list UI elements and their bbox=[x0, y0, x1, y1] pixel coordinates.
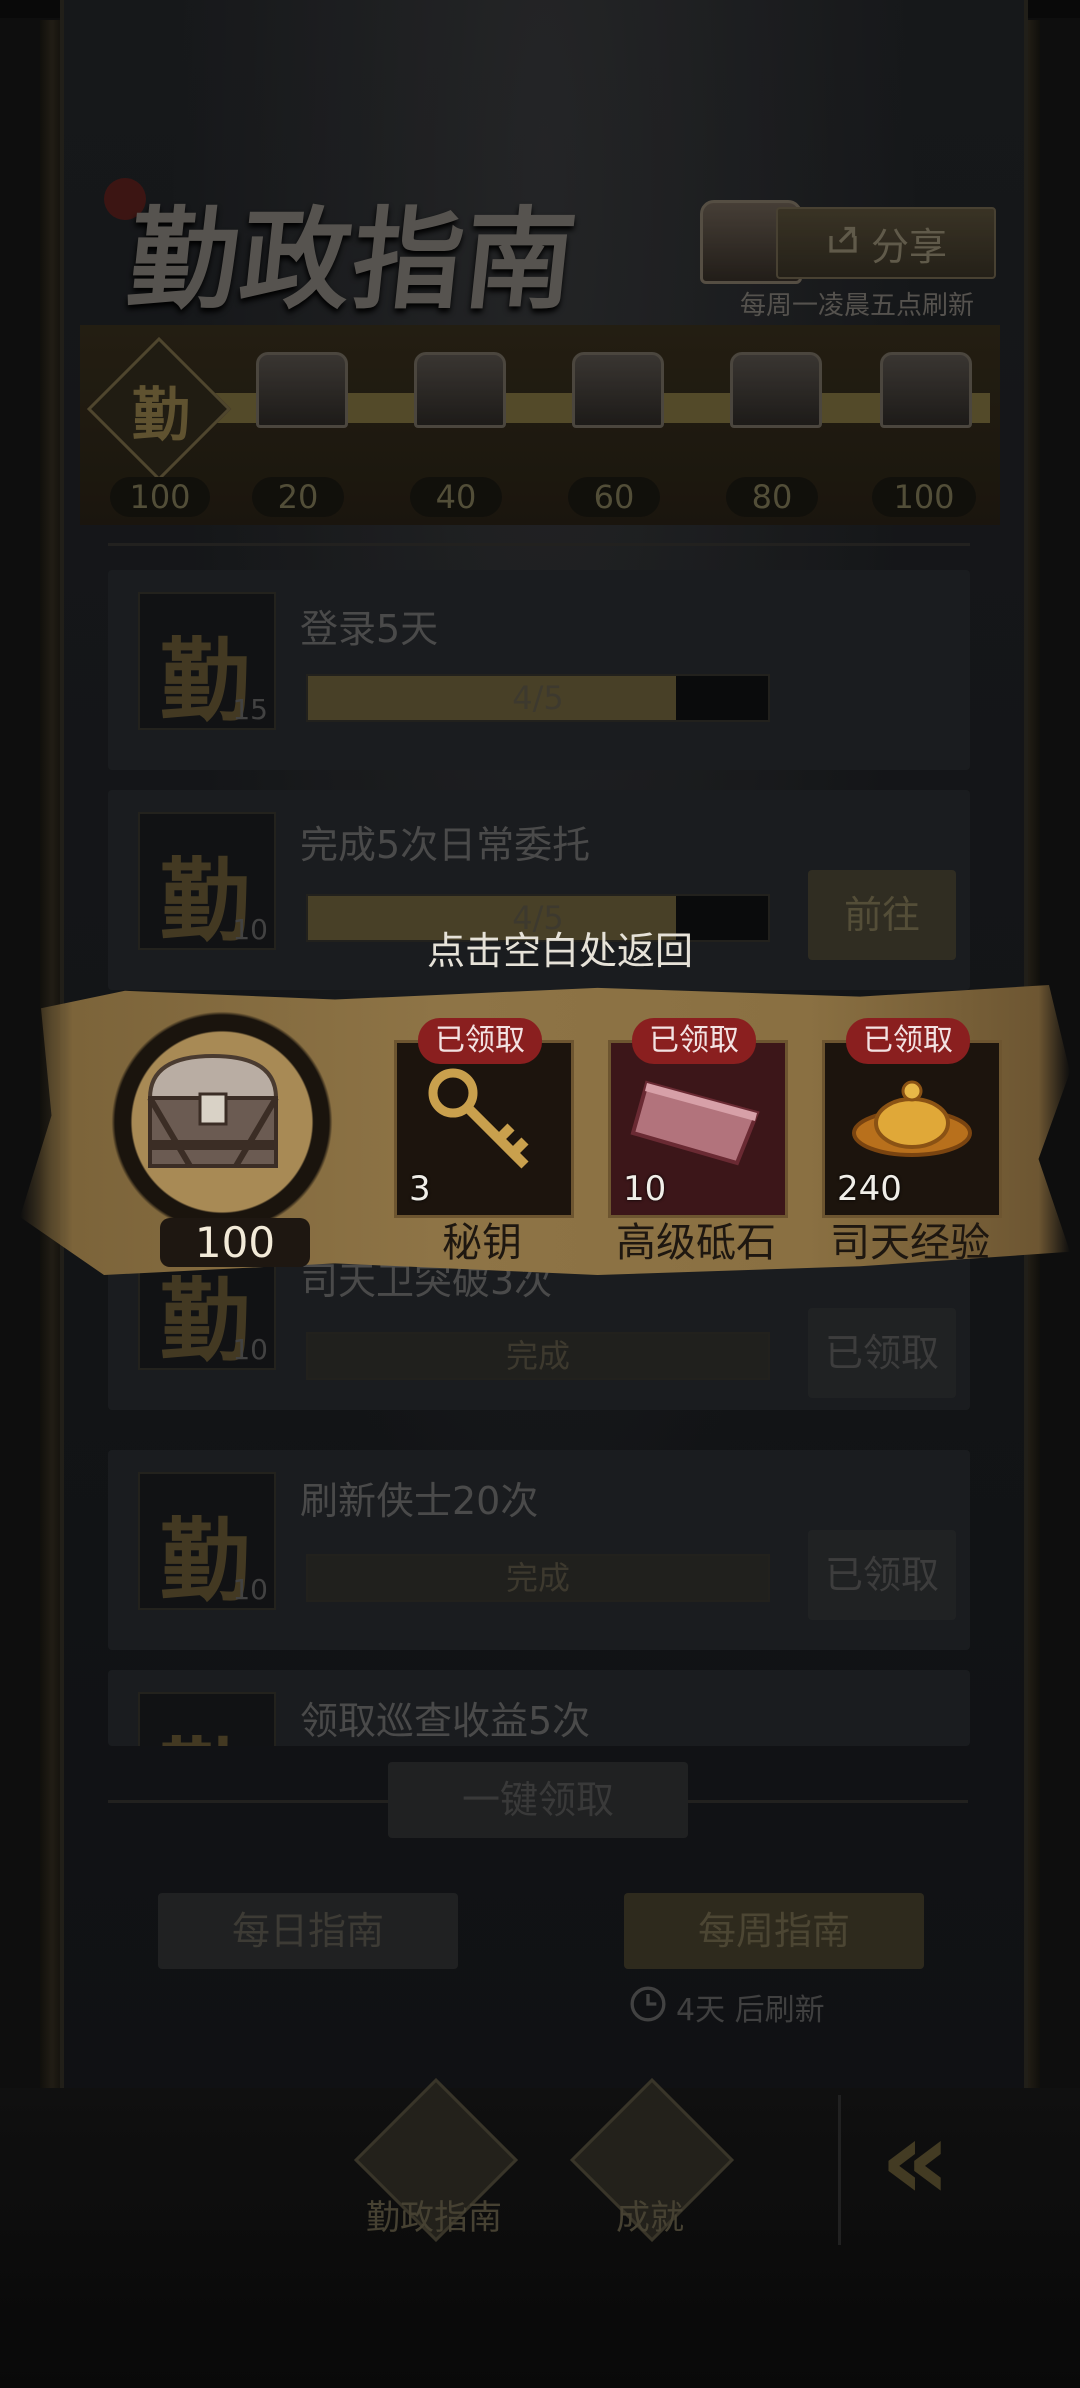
reward-count: 3 bbox=[409, 1169, 431, 1209]
whetstone-icon bbox=[627, 1073, 767, 1177]
reward-name: 高级砥石 bbox=[616, 1220, 776, 1266]
reward-count: 240 bbox=[837, 1169, 902, 1209]
reward-slot: 3 bbox=[394, 1040, 574, 1218]
key-icon bbox=[421, 1061, 541, 1185]
claimed-badge: 已领取 bbox=[846, 1018, 970, 1064]
reward-count: 10 bbox=[623, 1169, 667, 1209]
reward-name: 秘钥 bbox=[442, 1220, 522, 1266]
claimed-badge: 已领取 bbox=[632, 1018, 756, 1064]
reward-slot: 240 bbox=[822, 1040, 1002, 1218]
reward-slot: 10 bbox=[608, 1040, 788, 1218]
treasure-chest-icon bbox=[140, 1048, 286, 1174]
golden-ornament-icon bbox=[849, 1073, 975, 1167]
claimed-badge: 已领取 bbox=[418, 1018, 542, 1064]
chest-points: 100 bbox=[160, 1218, 310, 1267]
tap-to-return-hint: 点击空白处返回 bbox=[426, 929, 693, 973]
reward-name: 司天经验 bbox=[830, 1220, 990, 1266]
